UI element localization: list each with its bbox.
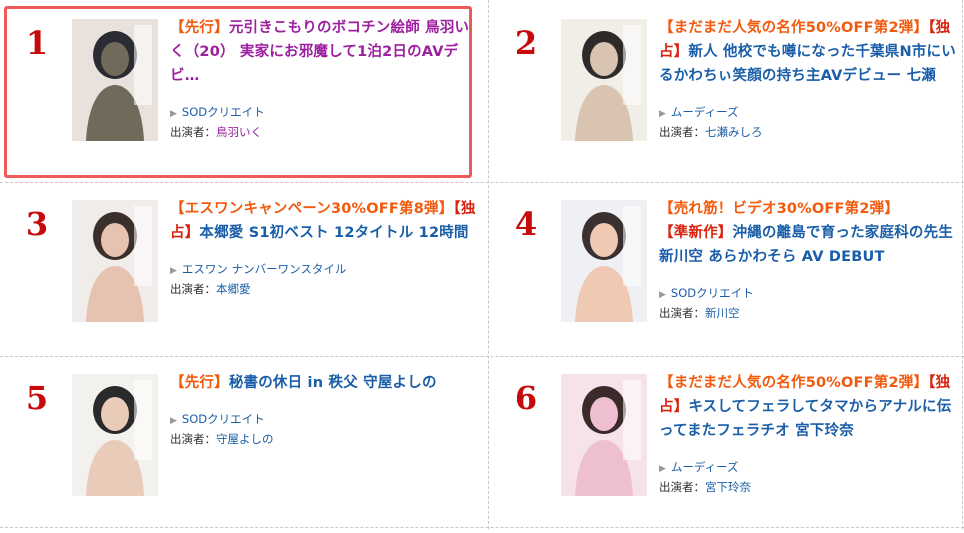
chevron-right-icon: ▶ xyxy=(170,416,177,426)
campaign-tag: 【まだまだ人気の名作50%OFF第2弾】 xyxy=(659,375,929,391)
ranking-item[interactable]: 1 【先行】元引きこもりのボコチン絵師 鳥羽いく（20） 実家にお邪魔して1泊2日… xyxy=(0,2,488,178)
maker-name: SODクリエイト xyxy=(181,105,265,119)
product-thumbnail[interactable] xyxy=(561,19,647,141)
cast-line: 出演者：新川空 xyxy=(659,305,964,321)
cover-image xyxy=(561,374,647,496)
product-thumbnail[interactable] xyxy=(561,200,647,322)
maker-link[interactable]: ▶ SODクリエイト xyxy=(659,285,964,303)
ranking-item[interactable]: 3 【エスワンキャンペーン30%OFF第8弾】【独占】本郷愛 S1初ベスト 12タ… xyxy=(0,183,488,359)
cover-image xyxy=(561,19,647,141)
maker-name: エスワン ナンバーワンスタイル xyxy=(181,262,347,276)
cast-label: 出演者： xyxy=(659,306,705,320)
product-title-link[interactable]: 【先行】秘書の休日 in 秩父 守屋よしの xyxy=(170,371,476,395)
cast-label: 出演者： xyxy=(659,480,705,494)
product-thumbnail[interactable] xyxy=(72,19,158,141)
chevron-right-icon: ▶ xyxy=(170,109,177,119)
product-title-link[interactable]: 【エスワンキャンペーン30%OFF第8弾】【独占】本郷愛 S1初ベスト 12タイ… xyxy=(170,197,476,245)
cast-label: 出演者： xyxy=(170,125,216,139)
ranking-item[interactable]: 6 【まだまだ人気の名作50%OFF第2弾】【独占】キスしてフェラしてタマからアナ… xyxy=(489,357,964,533)
maker-link[interactable]: ▶ ムーディーズ xyxy=(659,459,964,477)
title-text: 本郷愛 S1初ベスト 12タイトル 12時間 xyxy=(199,225,469,241)
chevron-right-icon: ▶ xyxy=(659,290,666,300)
product-thumbnail[interactable] xyxy=(72,374,158,496)
cast-line: 出演者：七瀬みしろ xyxy=(659,124,964,140)
product-thumbnail[interactable] xyxy=(72,200,158,322)
rank-number: 2 xyxy=(514,24,538,62)
maker-link[interactable]: ▶ SODクリエイト xyxy=(170,104,476,122)
chevron-right-icon: ▶ xyxy=(170,266,177,276)
campaign-tag: 【売れ筋！ビデオ30%OFF第2弾】 xyxy=(659,201,900,217)
chevron-right-icon: ▶ xyxy=(659,109,666,119)
maker-name: ムーディーズ xyxy=(670,460,739,474)
product-title-link[interactable]: 【まだまだ人気の名作50%OFF第2弾】【独占】新人 他校でも噂になった千葉県N… xyxy=(659,16,964,88)
cover-image xyxy=(561,200,647,322)
maker-name: ムーディーズ xyxy=(670,105,739,119)
cover-image xyxy=(72,200,158,322)
rank-number: 3 xyxy=(25,205,49,243)
rank-number: 4 xyxy=(514,205,538,243)
cover-image xyxy=(72,19,158,141)
title-text: キスしてフェラしてタマからアナルに伝ってまたフェラチオ 宮下玲奈 xyxy=(659,399,952,439)
cast-label: 出演者： xyxy=(659,125,705,139)
product-title-link[interactable]: 【売れ筋！ビデオ30%OFF第2弾】【準新作】沖縄の離島で育った家庭科の先生 新… xyxy=(659,197,964,269)
cast-name-link[interactable]: 新川空 xyxy=(705,306,740,320)
maker-name: SODクリエイト xyxy=(181,412,265,426)
rank-number: 1 xyxy=(25,24,49,62)
campaign-tag: 【先行】 xyxy=(170,20,229,36)
cast-line: 出演者：鳥羽いく xyxy=(170,124,476,140)
cast-label: 出演者： xyxy=(170,432,216,446)
ranking-item[interactable]: 4 【売れ筋！ビデオ30%OFF第2弾】【準新作】沖縄の離島で育った家庭科の先生 … xyxy=(489,183,964,359)
product-title-link[interactable]: 【まだまだ人気の名作50%OFF第2弾】【独占】キスしてフェラしてタマからアナル… xyxy=(659,371,964,443)
title-text: 新人 他校でも噂になった千葉県N市にいるかわちぃ笑顔の持ち主AVデビュー 七瀬み… xyxy=(659,44,956,84)
product-title-link[interactable]: 【先行】元引きこもりのボコチン絵師 鳥羽いく（20） 実家にお邪魔して1泊2日の… xyxy=(170,16,476,88)
product-thumbnail[interactable] xyxy=(561,374,647,496)
maker-link[interactable]: ▶ ムーディーズ xyxy=(659,104,964,122)
cast-name-link[interactable]: 宮下玲奈 xyxy=(705,480,751,494)
ranking-item[interactable]: 5 【先行】秘書の休日 in 秩父 守屋よしの ▶ SODクリエイト出演者：守屋よしの xyxy=(0,357,488,533)
campaign-tag: 【先行】 xyxy=(170,375,229,391)
maker-name: SODクリエイト xyxy=(670,286,754,300)
campaign-tag: 【まだまだ人気の名作50%OFF第2弾】 xyxy=(659,20,929,36)
cast-line: 出演者：守屋よしの xyxy=(170,431,476,447)
ranking-item[interactable]: 2 【まだまだ人気の名作50%OFF第2弾】【独占】新人 他校でも噂になった千葉県… xyxy=(489,2,964,178)
maker-link[interactable]: ▶ SODクリエイト xyxy=(170,411,476,429)
rank-number: 6 xyxy=(514,379,538,417)
cast-name-link[interactable]: 七瀬みしろ xyxy=(705,125,763,139)
cast-name-link[interactable]: 守屋よしの xyxy=(216,432,274,446)
cast-name-link[interactable]: 本郷愛 xyxy=(216,282,251,296)
campaign-tag: 【準新作】 xyxy=(659,225,733,241)
chevron-right-icon: ▶ xyxy=(659,464,666,474)
maker-link[interactable]: ▶ エスワン ナンバーワンスタイル xyxy=(170,261,476,279)
cast-line: 出演者：本郷愛 xyxy=(170,281,476,297)
cast-name-link[interactable]: 鳥羽いく xyxy=(216,125,262,139)
title-text: 秘書の休日 in 秩父 守屋よしの xyxy=(228,375,437,391)
campaign-tag: 【エスワンキャンペーン30%OFF第8弾】 xyxy=(170,201,454,217)
cast-label: 出演者： xyxy=(170,282,216,296)
cover-image xyxy=(72,374,158,496)
cast-line: 出演者：宮下玲奈 xyxy=(659,479,964,495)
rank-number: 5 xyxy=(25,379,49,417)
